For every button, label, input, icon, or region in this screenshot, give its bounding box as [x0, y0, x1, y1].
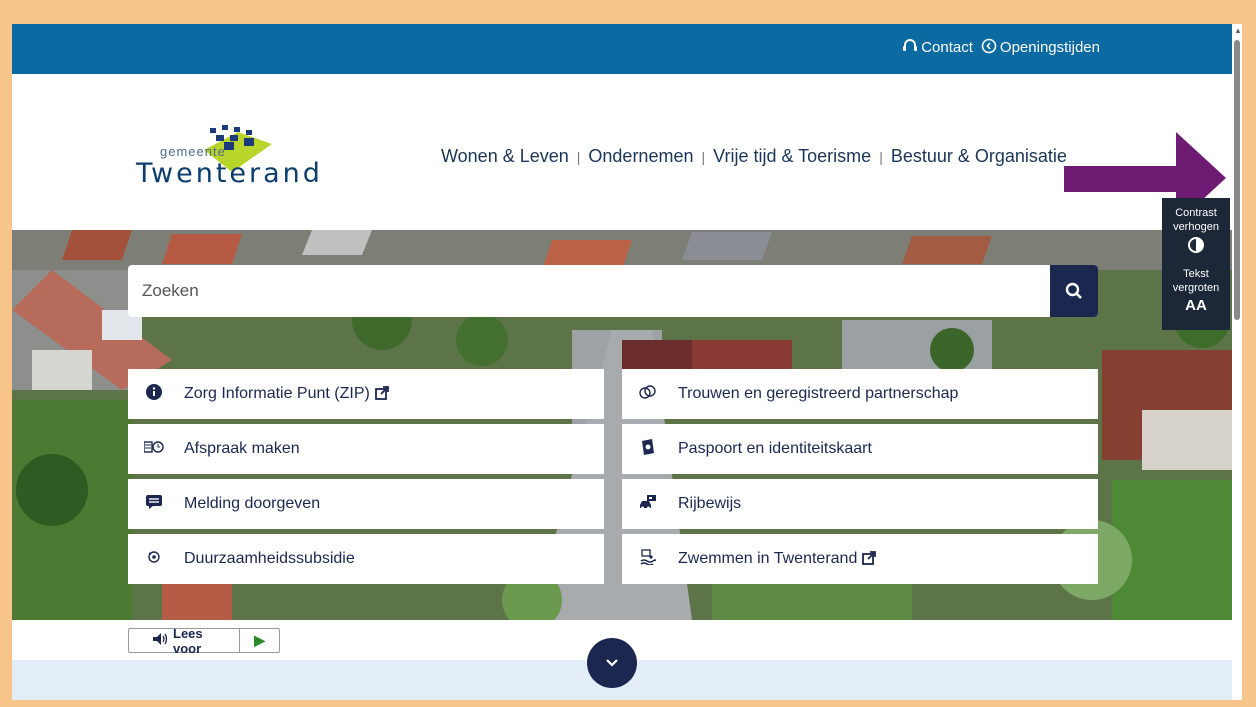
tile-label: Zorg Informatie Punt (ZIP): [184, 385, 370, 402]
scroll-down-button[interactable]: [587, 638, 637, 688]
tile-melding-doorgeven[interactable]: Melding doorgeven: [128, 479, 604, 529]
tile-zwemmen-twenterand[interactable]: Zwemmen in Twenterand: [622, 534, 1098, 584]
text-size-toggle[interactable]: Tekst vergroten AA: [1162, 267, 1230, 314]
headset-icon: [902, 39, 918, 56]
rings-icon: [626, 384, 670, 405]
swim-icon: [626, 548, 670, 570]
contrast-label: Contrast verhogen: [1173, 207, 1219, 233]
passport-icon: [626, 438, 670, 461]
tile-label: Trouwen en geregistreerd partnerschap: [678, 385, 959, 402]
tile-label: Paspoort en identiteitskaart: [678, 440, 872, 457]
logo-text-gemeente: gemeente: [160, 144, 226, 159]
tile-label: Afspraak maken: [184, 440, 300, 457]
utility-links: Contact Openingstijden: [902, 38, 1100, 57]
scroll-up-arrow-icon[interactable]: ▲: [1234, 26, 1242, 35]
external-link-icon: [862, 550, 877, 568]
tile-afspraak-maken[interactable]: Afspraak maken: [128, 424, 604, 474]
tile-rijbewijs[interactable]: Rijbewijs: [622, 479, 1098, 529]
page-scrollbar[interactable]: ▲: [1232, 24, 1242, 700]
calendar-clock-icon: [132, 440, 176, 459]
tile-duurzaamheidssubsidie[interactable]: Duurzaamheidssubsidie: [128, 534, 604, 584]
lees-voor-play-area[interactable]: Lees voor: [129, 626, 241, 656]
sustainability-icon: [132, 550, 176, 569]
lees-voor-button[interactable]: Lees voor ▶: [128, 626, 280, 656]
tile-paspoort-identiteitskaart[interactable]: Paspoort en identiteitskaart: [622, 424, 1098, 474]
search-icon: [1065, 282, 1082, 299]
contact-label: Contact: [921, 39, 973, 56]
tile-zorg-informatie-punt[interactable]: Zorg Informatie Punt (ZIP): [128, 369, 604, 419]
nav-item-bestuur-organisatie[interactable]: Bestuur & Organisatie: [891, 146, 1067, 167]
play-icon[interactable]: ▶: [240, 632, 279, 649]
top-utility-bar: Contact Openingstijden: [12, 24, 1232, 74]
tile-label: Rijbewijs: [678, 495, 742, 512]
nav-item-ondernemen[interactable]: Ondernemen: [588, 146, 693, 167]
nav-item-vrije-tijd-toerisme[interactable]: Vrije tijd & Toerisme: [713, 146, 871, 167]
main-navigation: Wonen & Leven | Ondernemen | Vrije tijd …: [441, 146, 1067, 167]
browser-viewport: Contact Openingstijden gemeente Twentera…: [12, 24, 1232, 700]
tile-trouwen-partnerschap[interactable]: Trouwen en geregistreerd partnerschap: [622, 369, 1098, 419]
opening-hours-link[interactable]: Openingstijden: [981, 38, 1100, 57]
search-input[interactable]: [128, 265, 1050, 317]
contact-link[interactable]: Contact: [902, 38, 973, 57]
chat-bubble-icon: [132, 494, 176, 515]
hero-aerial-photo: Zorg Informatie Punt (ZIP) Afspraak make…: [12, 230, 1232, 620]
nav-separator: |: [879, 148, 883, 165]
text-size-label: Tekst vergroten: [1172, 268, 1220, 294]
search-bar: [128, 265, 1098, 317]
tile-label: Melding doorgeven: [184, 495, 321, 512]
opening-hours-label: Openingstijden: [999, 39, 1100, 56]
text-size-icon: AA: [1185, 297, 1207, 314]
car-icon: [626, 494, 670, 515]
twenterand-logo[interactable]: gemeente Twenterand: [136, 124, 326, 194]
chevron-down-icon: [606, 659, 618, 667]
nav-item-wonen-leven[interactable]: Wonen & Leven: [441, 146, 569, 167]
search-button[interactable]: [1050, 265, 1098, 317]
lees-voor-label: Lees voor: [173, 625, 203, 656]
external-link-icon: [374, 385, 389, 403]
contrast-icon: [1162, 236, 1230, 259]
info-icon: [132, 383, 176, 405]
contrast-toggle[interactable]: Contrast verhogen: [1162, 206, 1230, 259]
clock-icon: [981, 38, 997, 57]
site-header: gemeente Twenterand Wonen & Leven | Onde…: [12, 74, 1232, 230]
nav-separator: |: [701, 148, 706, 165]
logo-text-twenterand: Twenterand: [136, 158, 323, 189]
tile-label: Zwemmen in Twenterand: [678, 550, 858, 567]
scrollbar-thumb[interactable]: [1234, 40, 1240, 320]
speaker-icon: [153, 633, 169, 648]
accessibility-panel: Contrast verhogen Tekst vergroten AA: [1162, 198, 1230, 330]
nav-separator: |: [576, 148, 581, 165]
tile-label: Duurzaamheidssubsidie: [184, 550, 355, 567]
